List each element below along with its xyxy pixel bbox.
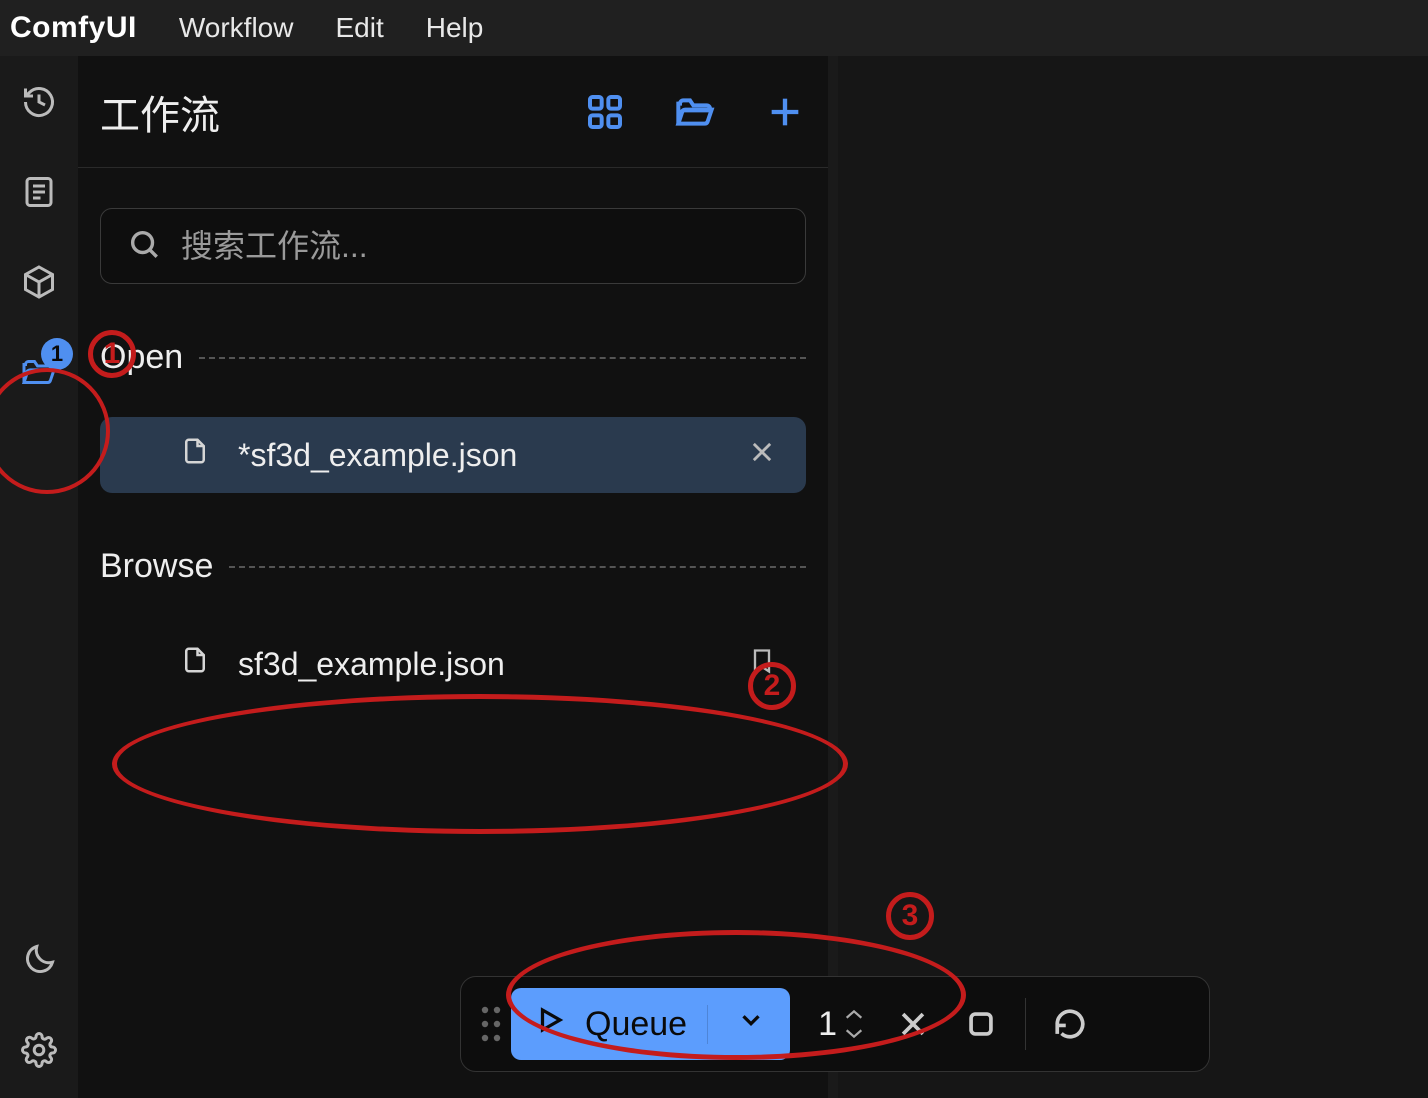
panel-title: 工作流 [100,83,220,141]
stop-button[interactable] [951,994,1011,1054]
section-open-title: Open [100,338,806,377]
menu-workflow[interactable]: Workflow [179,12,294,44]
notes-icon[interactable] [19,172,59,212]
bookmark-icon[interactable] [748,646,776,683]
count-stepper[interactable] [843,1008,865,1040]
cancel-button[interactable] [883,994,943,1054]
app-logo: ComfyUI [10,11,137,45]
queue-count-value: 1 [818,1005,837,1044]
panel-body: Open *sf3d_example.json Browse [78,168,828,702]
queue-button[interactable]: Queue [511,988,790,1060]
plus-icon[interactable] [764,91,806,133]
separator [1025,998,1026,1050]
panel-actions [584,91,806,133]
grid-icon[interactable] [584,91,626,133]
play-icon [535,1005,565,1044]
queue-count[interactable]: 1 [798,988,875,1060]
chevron-down-icon[interactable] [707,1005,766,1044]
workflow-panel: 工作流 [78,56,838,1098]
canvas[interactable] [838,56,1428,1098]
menu-edit[interactable]: Edit [335,12,383,44]
menu-help[interactable]: Help [426,12,484,44]
section-open: Open *sf3d_example.json [100,338,806,493]
menubar: ComfyUI Workflow Edit Help [0,0,1428,56]
open-file-name: *sf3d_example.json [238,437,720,474]
section-browse-title: Browse [100,547,806,586]
browse-file-item[interactable]: sf3d_example.json [100,626,806,702]
browse-file-name: sf3d_example.json [238,646,720,683]
folder-open-icon[interactable]: 1 [19,352,59,392]
open-file-item[interactable]: *sf3d_example.json [100,417,806,493]
left-rail: 1 [0,56,78,1098]
search-input[interactable] [181,228,779,265]
moon-icon[interactable] [19,940,59,980]
file-icon [180,433,210,477]
chevron-down-icon[interactable] [843,1026,865,1040]
workspace: 1 工作流 [0,56,1428,1098]
section-open-label: Open [100,338,183,377]
section-browse: Browse sf3d_example.json [100,547,806,702]
cube-icon[interactable] [19,262,59,302]
grip-icon[interactable] [479,1004,503,1044]
divider [199,357,806,359]
search-icon [127,227,161,266]
history-icon[interactable] [19,82,59,122]
search-box[interactable] [100,208,806,284]
open-folder-icon[interactable] [674,91,716,133]
queue-toolbar: Queue 1 [460,976,1210,1072]
folder-badge: 1 [41,338,73,370]
gear-icon[interactable] [19,1030,59,1070]
panel-header: 工作流 [78,56,828,168]
file-icon [180,642,210,686]
section-browse-label: Browse [100,547,213,586]
refresh-button[interactable] [1040,994,1100,1054]
divider [229,566,806,568]
queue-label: Queue [585,1005,687,1044]
chevron-up-icon[interactable] [843,1008,865,1022]
close-icon[interactable] [748,437,776,474]
